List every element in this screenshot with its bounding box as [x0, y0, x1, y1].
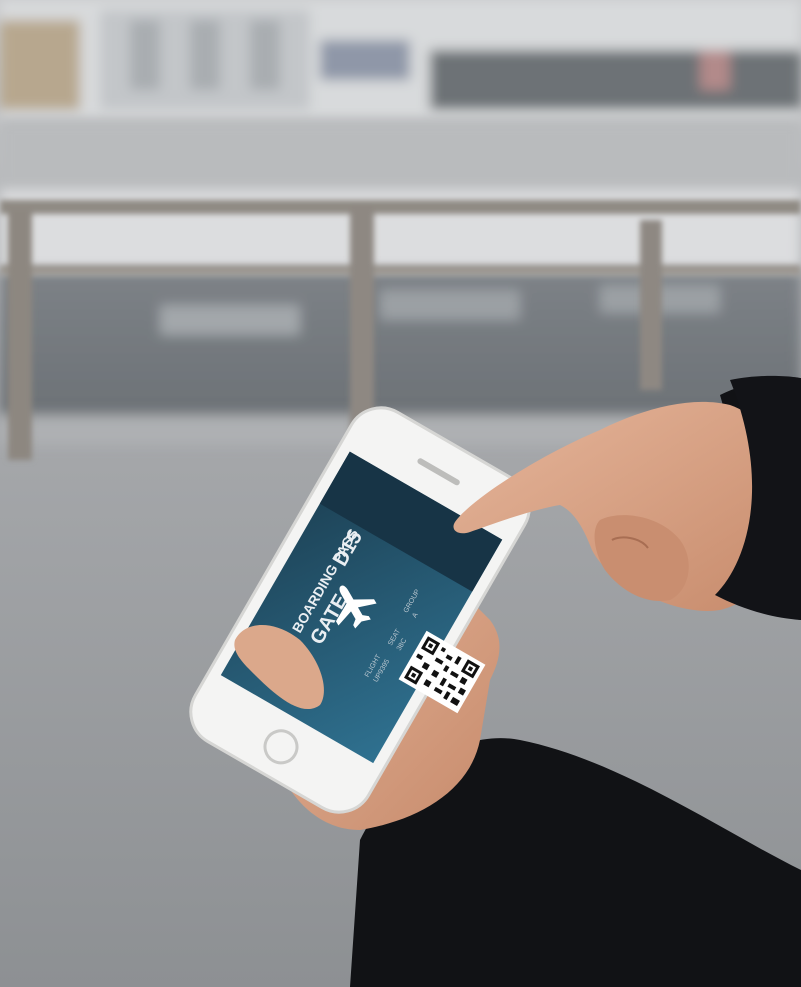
scene-svg: BOARDING PASS GATE D15 FLIGHT UP9395 SEA…: [0, 0, 801, 987]
photo-scene: BOARDING PASS GATE D15 FLIGHT UP9395 SEA…: [0, 0, 801, 987]
blurred-building: [0, 0, 801, 120]
blurred-road: [0, 120, 801, 445]
